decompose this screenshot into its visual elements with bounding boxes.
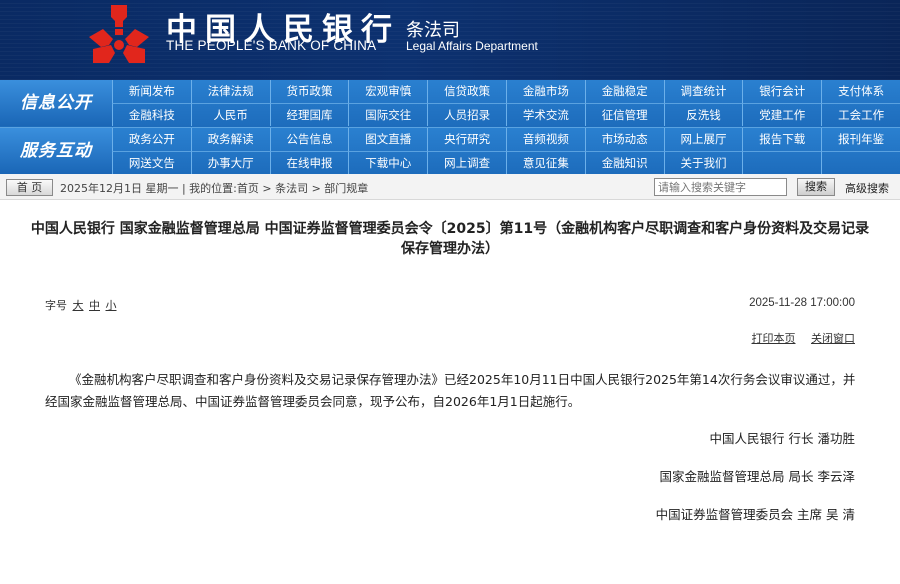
nav-item-金融市场[interactable]: 金融市场 xyxy=(506,80,585,103)
main-nav: 信息公开 新闻发布 法律法规 货币政策 宏观审慎 信贷政策 金融市场 金融稳定 调查统计 银行会… xyxy=(0,80,900,174)
font-size-medium-link[interactable]: 中 xyxy=(89,299,100,312)
nav-item-新闻发布[interactable]: 新闻发布 xyxy=(112,80,191,103)
signature-csrc: 中国证券监督管理委员会 主席 吴 清 xyxy=(655,507,855,522)
nav-item-empty-18 xyxy=(742,151,822,174)
page-title-line1: 中国人民银行 国家金融监督管理总局 中国证券监督管理委员会令〔2025〕第11号… xyxy=(30,221,870,237)
article-body: 《金融机构客户尽职调查和客户身份资料及交易记录保存管理办法》已经2025年10月… xyxy=(45,372,856,409)
nav-item-金融科技[interactable]: 金融科技 xyxy=(112,103,191,126)
nav-item-调查统计[interactable]: 调查统计 xyxy=(663,80,743,103)
nav-item-网上展厅[interactable]: 网上展厅 xyxy=(663,128,743,151)
nav-item-银行会计[interactable]: 银行会计 xyxy=(742,80,821,103)
print-page-link[interactable]: 打印本页 xyxy=(752,332,796,345)
nav-item-empty-19 xyxy=(821,151,900,174)
nav-item-金融稳定[interactable]: 金融稳定 xyxy=(584,80,664,103)
nav-item-货币政策[interactable]: 货币政策 xyxy=(269,80,349,103)
breadcrumb: 2025年12月1日 星期一 | 我的位置:首页 > 条法司 > 部门规章 xyxy=(60,182,369,195)
nav-item-征信管理[interactable]: 征信管理 xyxy=(584,103,664,126)
bank-name-en: THE PEOPLE'S BANK OF CHINA xyxy=(166,38,377,53)
nav-item-法律法规[interactable]: 法律法规 xyxy=(190,80,270,103)
nav-item-意见征集[interactable]: 意见征集 xyxy=(506,151,585,174)
font-size-label: 字号 xyxy=(45,299,67,312)
signature-pboc: 中国人民银行 行长 潘功胜 xyxy=(709,431,855,446)
home-button[interactable]: 首 页 xyxy=(6,179,53,196)
font-size-switcher: 字号 大 中 小 xyxy=(45,297,119,313)
nav-item-工会工作[interactable]: 工会工作 xyxy=(821,103,900,126)
nav-items-service: 政务公开 政务解读 公告信息 图文直播 央行研究 音频视频 市场动态 网上展厅 报告下载 报刊年鉴… xyxy=(112,128,900,174)
pboc-logo-icon xyxy=(89,5,149,63)
nav-item-报告下载[interactable]: 报告下载 xyxy=(742,128,821,151)
nav-item-支付体系[interactable]: 支付体系 xyxy=(821,80,900,103)
nav-group-label-service[interactable]: 服务互动 xyxy=(0,128,112,174)
article-content: 中国人民银行 国家金融监督管理总局 中国证券监督管理委员会令〔2025〕第11号… xyxy=(0,200,900,584)
nav-item-学术交流[interactable]: 学术交流 xyxy=(506,103,585,126)
nav-group-label-info[interactable]: 信息公开 xyxy=(0,80,112,126)
dept-name-en: Legal Affairs Department xyxy=(406,39,538,53)
nav-group-service: 服务互动 政务公开 政务解读 公告信息 图文直播 央行研究 音频视频 市场动态 网上展厅 报告下… xyxy=(0,127,900,174)
nav-item-国际交往[interactable]: 国际交往 xyxy=(348,103,428,126)
nav-item-公告信息[interactable]: 公告信息 xyxy=(269,128,349,151)
advanced-search-link[interactable]: 高级搜索 xyxy=(845,180,889,196)
nav-item-信贷政策[interactable]: 信贷政策 xyxy=(427,80,506,103)
nav-item-金融知识[interactable]: 金融知识 xyxy=(584,151,664,174)
nav-item-下载中心[interactable]: 下载中心 xyxy=(348,151,428,174)
nav-item-关于我们[interactable]: 关于我们 xyxy=(663,151,743,174)
page-title: 中国人民银行 国家金融监督管理总局 中国证券监督管理委员会令〔2025〕第11号… xyxy=(0,219,900,259)
font-size-small-link[interactable]: 小 xyxy=(106,299,117,312)
nav-item-人民币[interactable]: 人民币 xyxy=(190,103,270,126)
nav-item-音频视频[interactable]: 音频视频 xyxy=(506,128,585,151)
search-button[interactable]: 搜索 xyxy=(797,178,835,196)
nav-item-在线申报[interactable]: 在线申报 xyxy=(269,151,349,174)
nav-item-网送文告[interactable]: 网送文告 xyxy=(112,151,191,174)
nav-group-info: 信息公开 新闻发布 法律法规 货币政策 宏观审慎 信贷政策 金融市场 金融稳定 调查统计 银行会… xyxy=(0,80,900,127)
nav-item-党建工作[interactable]: 党建工作 xyxy=(742,103,822,126)
article-actions: 打印本页 关闭窗口 xyxy=(740,330,856,346)
signature-nfra: 国家金融监督管理总局 局长 李云泽 xyxy=(659,469,855,484)
nav-item-市场动态[interactable]: 市场动态 xyxy=(584,128,664,151)
publish-date: 2025-11-28 17:00:00 xyxy=(749,297,855,309)
close-window-link[interactable]: 关闭窗口 xyxy=(811,332,855,345)
page-title-line2: 保存管理办法） xyxy=(401,241,499,257)
nav-item-办事大厅[interactable]: 办事大厅 xyxy=(190,151,270,174)
nav-item-政务解读[interactable]: 政务解读 xyxy=(190,128,270,151)
nav-item-图文直播[interactable]: 图文直播 xyxy=(348,128,427,151)
header-banner: 中国人民银行 THE PEOPLE'S BANK OF CHINA 条法司 Le… xyxy=(0,0,900,80)
nav-item-宏观审慎[interactable]: 宏观审慎 xyxy=(348,80,427,103)
nav-items-info: 新闻发布 法律法规 货币政策 宏观审慎 信贷政策 金融市场 金融稳定 调查统计 银行会计 支付体系… xyxy=(112,80,900,126)
nav-item-央行研究[interactable]: 央行研究 xyxy=(427,128,506,151)
nav-item-网上调查[interactable]: 网上调查 xyxy=(427,151,506,174)
search-input[interactable] xyxy=(654,178,787,196)
breadcrumb-bar: 首 页 2025年12月1日 星期一 | 我的位置:首页 > 条法司 > 部门规… xyxy=(0,174,900,200)
font-size-large-link[interactable]: 大 xyxy=(73,299,84,312)
nav-item-反洗钱[interactable]: 反洗钱 xyxy=(663,103,743,126)
nav-item-报刊年鉴[interactable]: 报刊年鉴 xyxy=(821,128,900,151)
nav-item-政务公开[interactable]: 政务公开 xyxy=(112,128,191,151)
nav-item-人员招录[interactable]: 人员招录 xyxy=(427,103,506,126)
nav-item-经理国库[interactable]: 经理国库 xyxy=(269,103,349,126)
